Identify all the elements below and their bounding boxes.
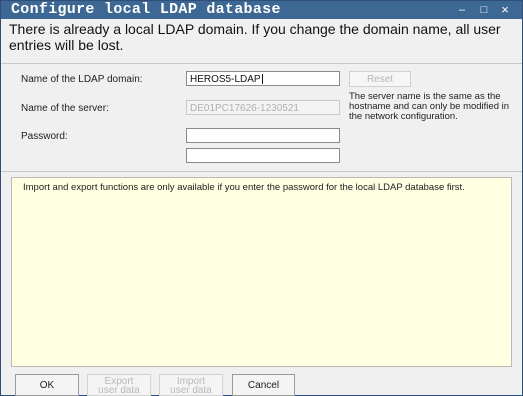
ok-button[interactable]: OK — [15, 374, 79, 396]
password-confirm-input[interactable] — [186, 148, 340, 163]
divider — [1, 171, 522, 172]
info-text: Import and export functions are only ava… — [23, 182, 465, 193]
domain-label: Name of the LDAP domain: — [21, 74, 143, 85]
divider — [1, 63, 522, 64]
export-label-line2: user data — [98, 385, 140, 396]
minimize-icon[interactable]: – — [454, 1, 470, 19]
domain-name-input[interactable]: HEROS5-LDAP — [186, 71, 340, 86]
maximize-icon[interactable]: □ — [476, 1, 492, 19]
domain-name-value: HEROS5-LDAP — [190, 74, 261, 85]
server-name-note: The server name is the same as the hostn… — [349, 91, 510, 122]
server-name-field: DE01PC17626-1230521 — [186, 100, 340, 115]
text-caret — [261, 74, 263, 85]
domain-warning-text: There is already a local LDAP domain. If… — [9, 21, 501, 53]
password-label: Password: — [21, 131, 68, 142]
server-label: Name of the server: — [21, 103, 109, 114]
close-icon[interactable]: × — [497, 1, 513, 19]
info-panel: Import and export functions are only ava… — [11, 177, 512, 367]
import-label-line2: user data — [170, 385, 212, 396]
reset-button[interactable]: Reset — [349, 71, 411, 87]
import-user-data-button: Import user data — [159, 374, 223, 396]
title-bar: Configure local LDAP database – □ × — [1, 1, 522, 19]
dialog-title: Configure local LDAP database — [11, 1, 281, 18]
ldap-config-dialog: Configure local LDAP database – □ × Ther… — [0, 0, 523, 396]
cancel-button[interactable]: Cancel — [232, 374, 295, 396]
export-user-data-button: Export user data — [87, 374, 151, 396]
password-input[interactable] — [186, 128, 340, 143]
